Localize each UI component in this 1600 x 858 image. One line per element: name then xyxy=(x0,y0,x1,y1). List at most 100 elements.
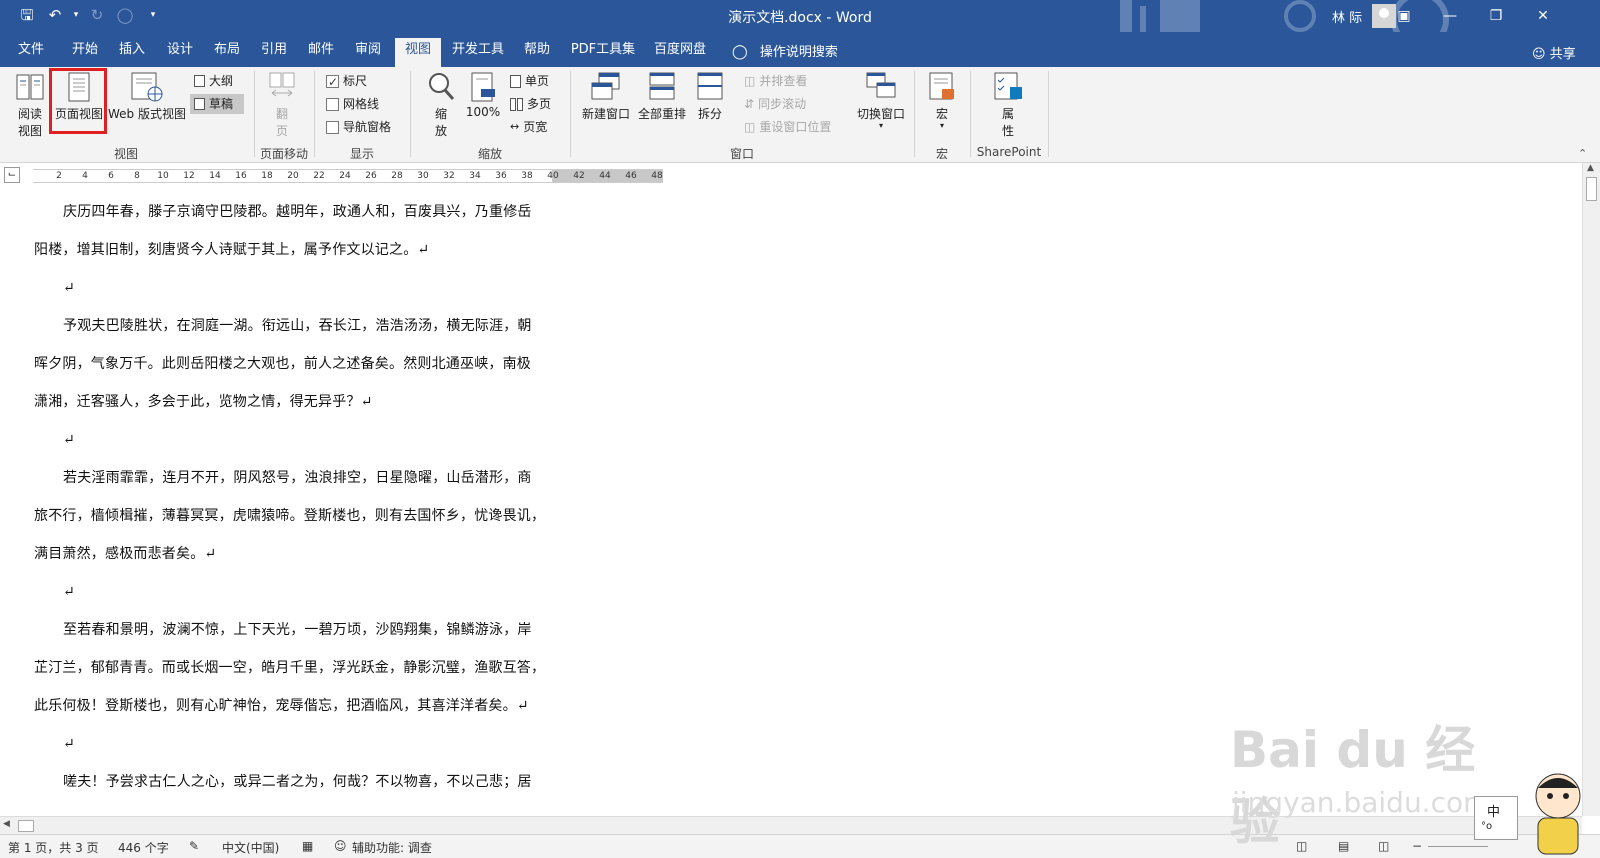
flip-page-button[interactable]: 翻 页 xyxy=(264,71,300,139)
gridlines-check-icon xyxy=(326,97,339,111)
share-button[interactable]: ☺ 共享 xyxy=(1532,43,1576,62)
one-page-icon xyxy=(510,74,521,88)
arrange-all-button[interactable]: 全部重排 xyxy=(634,71,690,122)
views-group-label: 视图 xyxy=(113,147,138,161)
sync-scroll-label: 同步滚动 xyxy=(758,97,807,111)
empty-paragraph[interactable]: ↵ xyxy=(34,421,554,459)
ruler-checkbox[interactable]: 标尺 xyxy=(326,71,368,92)
ruler-tick: 46 xyxy=(625,171,637,181)
tab-pdf-tools[interactable]: PDF工具集 xyxy=(568,38,638,67)
paragraph[interactable]: 至若春和景明，波澜不惊，上下天光，一碧万顷，沙鸥翔集，锦鳞游泳，岸 芷汀兰，郁郁青… xyxy=(34,611,554,725)
properties-button[interactable]: 属 性 xyxy=(988,71,1028,139)
horizontal-scroll-thumb[interactable] xyxy=(18,820,34,832)
sharepoint-group-label: SharePoint xyxy=(976,145,1042,159)
ruler-tick: 34 xyxy=(469,171,481,181)
vertical-scroll-thumb[interactable] xyxy=(1586,177,1597,201)
gridlines-checkbox[interactable]: 网格线 xyxy=(326,94,379,114)
web-layout-icon xyxy=(131,72,163,102)
paragraph[interactable]: 嗟夫！予尝求古仁人之心，或异二者之为，何哉？不以物喜，不以己悲；居 xyxy=(34,763,554,801)
ruler-tick: 2 xyxy=(56,171,62,181)
minimize-icon[interactable]: — xyxy=(1427,0,1473,32)
tab-insert[interactable]: 插入 xyxy=(111,38,153,67)
ruler-tick: 48 xyxy=(651,171,663,181)
switch-windows-button[interactable]: 切换窗口 ▾ xyxy=(852,71,910,130)
new-window-icon xyxy=(591,72,620,100)
side-by-side-button[interactable]: ◫ 并排查看 xyxy=(744,71,807,91)
zoom-100-button[interactable]: 100% xyxy=(462,71,504,119)
restore-icon[interactable]: ❐ xyxy=(1473,0,1519,32)
scroll-up-icon[interactable]: ▲ xyxy=(1587,163,1594,173)
accessibility-icon[interactable]: ☺ xyxy=(334,839,347,853)
close-icon[interactable]: ✕ xyxy=(1520,0,1566,32)
user-name[interactable]: 林 际 xyxy=(1332,7,1362,26)
paragraph-line: 至若春和景明，波澜不惊，上下天光，一碧万顷，沙鸥翔集，锦鳞游泳，岸 xyxy=(63,622,532,638)
paragraph[interactable]: 予观夫巴陵胜状，在洞庭一湖。衔远山，吞长江，浩浩汤汤，横无际涯，朝 晖夕阴，气象万… xyxy=(34,307,554,421)
title-bar: 🖫 ↶ ▾ ↻ ◯ ▾ 演示文档.docx - Word 林 际 ▣ — ❐ ✕ xyxy=(0,0,1600,32)
horizontal-ruler[interactable]: 2 4 6 8 10 12 14 16 18 20 22 24 26 28 30 32 34 36 38 40 42 44… xyxy=(33,169,663,183)
tab-view[interactable]: 视图 xyxy=(395,38,441,67)
outline-icon xyxy=(194,75,205,87)
macros-button[interactable]: 宏 ▾ xyxy=(922,71,962,130)
split-button[interactable]: 拆分 xyxy=(692,71,728,122)
ribbon-display-options-icon[interactable]: ▣ xyxy=(1381,0,1427,32)
empty-paragraph[interactable]: ↵ xyxy=(34,725,554,763)
tab-review[interactable]: 审阅 xyxy=(347,38,389,67)
page-width-button[interactable]: ↔ 页宽 xyxy=(510,117,547,137)
highlight-box xyxy=(49,68,107,134)
page-move-group-label: 页面移动 xyxy=(259,147,308,161)
ruler-tick: 20 xyxy=(287,171,299,181)
window-group-label: 窗口 xyxy=(729,147,754,161)
empty-paragraph[interactable]: ↵ xyxy=(34,269,554,307)
tab-selector[interactable]: ⌙ xyxy=(4,167,20,183)
ime-indicator[interactable]: 中 °o xyxy=(1474,796,1518,840)
paragraph-line: 予观夫巴陵胜状，在洞庭一湖。衔远山，吞长江，浩浩汤汤，横无际涯，朝 xyxy=(63,318,532,334)
web-layout-label: Web 版式视图 xyxy=(108,107,186,121)
accessibility-status[interactable]: 辅助功能: 调查 xyxy=(352,839,432,856)
paragraph-line: 此乐何极！登斯楼也，则有心旷神怡，宠辱偕忘，把酒临风，其喜洋洋者矣。↵ xyxy=(34,698,529,714)
outline-button[interactable]: 大纲 xyxy=(194,71,244,91)
language[interactable]: 中文(中国) xyxy=(222,839,279,856)
tab-design[interactable]: 设计 xyxy=(159,38,201,67)
help-search[interactable]: ◯ 操作说明搜索 xyxy=(732,41,838,60)
ruler-bar: ⌙ 2 4 6 8 10 12 14 16 18 20 22 24 26 28 30 32 34 36 38 40 42… xyxy=(0,163,1600,187)
ruler-label: 标尺 xyxy=(343,74,368,88)
zoom-button[interactable]: 缩 放 xyxy=(422,71,460,139)
nav-pane-checkbox[interactable]: 导航窗格 xyxy=(326,117,391,137)
page-count[interactable]: 第 1 页，共 3 页 xyxy=(8,839,99,856)
scroll-left-icon[interactable]: ◀ xyxy=(3,819,10,829)
ruler-tick: 12 xyxy=(183,171,195,181)
paragraph[interactable]: 庆历四年春，滕子京谪守巴陵郡。越明年，政通人和，百废具兴，乃重修岳 阳楼，增其旧制… xyxy=(34,193,554,269)
one-page-button[interactable]: 单页 xyxy=(510,71,549,91)
tab-baidu-netdisk[interactable]: 百度网盘 xyxy=(648,38,712,67)
empty-paragraph[interactable]: ↵ xyxy=(34,573,554,611)
split-icon xyxy=(697,72,723,100)
read-mode-button[interactable]: 阅读 视图 xyxy=(8,71,52,139)
collapse-ribbon-icon[interactable]: ⌃ xyxy=(1578,147,1587,160)
new-window-button[interactable]: 新建窗口 xyxy=(578,71,634,122)
tab-file[interactable]: 文件 xyxy=(10,38,52,67)
draft-button[interactable]: 草稿 xyxy=(190,94,244,114)
web-layout-button[interactable]: Web 版式视图 xyxy=(106,71,188,122)
word-count[interactable]: 446 个字 xyxy=(118,839,169,856)
ruler-tick: 6 xyxy=(108,171,114,181)
sync-scroll-button[interactable]: ⇵ 同步滚动 xyxy=(744,94,806,114)
paragraph-line: 满目萧然，感极而悲者矣。↵ xyxy=(34,546,217,562)
proofing-icon[interactable]: ✎ xyxy=(189,839,199,853)
tab-home[interactable]: 开始 xyxy=(64,38,106,67)
reset-window-position-button[interactable]: ◫ 重设窗口位置 xyxy=(744,117,831,137)
zoom-100-icon xyxy=(471,72,495,102)
sync-scroll-icon: ⇵ xyxy=(744,97,755,111)
tab-references[interactable]: 引用 xyxy=(253,38,295,67)
tab-help[interactable]: 帮助 xyxy=(516,38,558,67)
macro-record-icon[interactable]: ▦ xyxy=(302,839,313,853)
lightbulb-icon: ◯ xyxy=(732,44,748,60)
tab-mailings[interactable]: 邮件 xyxy=(300,38,342,67)
multi-page-button[interactable]: 多页 xyxy=(510,94,551,114)
properties-label-2: 性 xyxy=(1001,124,1014,138)
tab-developer[interactable]: 开发工具 xyxy=(448,38,508,67)
paragraph[interactable]: 若夫淫雨霏霏，连月不开，阴风怒号，浊浪排空，日星隐曜，山岳潜形，商 旅不行，樯倾楫… xyxy=(34,459,554,573)
draft-icon xyxy=(194,98,205,110)
ruler-tick: 4 xyxy=(82,171,88,181)
vertical-scrollbar[interactable]: ▲ xyxy=(1582,163,1600,816)
tab-layout[interactable]: 布局 xyxy=(206,38,248,67)
